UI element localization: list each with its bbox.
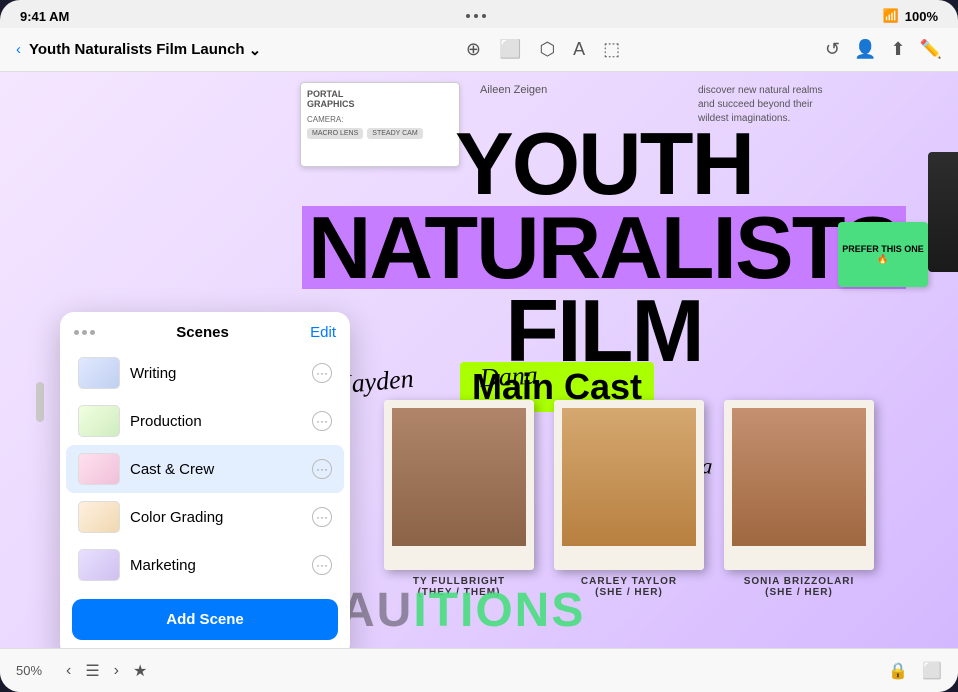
status-time: 9:41 AM [20, 9, 69, 24]
cast-image-2 [562, 408, 696, 546]
lock-icon[interactable]: 🔒 [888, 661, 908, 681]
zoom-level[interactable]: 50% [16, 663, 52, 678]
thumb-inner-cast [79, 454, 119, 484]
title-line2: NATURALISTS [302, 206, 906, 290]
dot-2 [474, 14, 478, 18]
scene-more-writing[interactable]: ··· [312, 363, 332, 383]
scene-item-writing[interactable]: Writing ··· [66, 349, 344, 397]
cast-name-2: CARLEY TAYLOR (SHE / HER) [581, 576, 677, 598]
signature-dana: Dana [479, 361, 538, 394]
scenes-panel: Scenes Edit Writing ··· Production ··· [60, 312, 350, 648]
add-scene-button[interactable]: Add Scene [72, 599, 338, 640]
scene-thumb-color [78, 501, 120, 533]
scene-more-production[interactable]: ··· [312, 411, 332, 431]
title-line3: FILM [300, 289, 908, 373]
scene-name-writing: Writing [130, 365, 302, 382]
sticky-note: PREFER THIS ONE 🔥 [838, 222, 928, 287]
scene-name-production: Production [130, 413, 302, 430]
document-title[interactable]: Youth Naturalists Film Launch ⌄ [29, 41, 261, 59]
cast-photo-1: TY FULLBRIGHT (THEY / THEM) [384, 400, 534, 598]
dot-2 [82, 330, 87, 335]
scene-item-marketing[interactable]: Marketing ··· [66, 541, 344, 589]
bottom-auditions-text: AUITIONS [340, 583, 585, 638]
scene-more-cast-crew[interactable]: ··· [312, 459, 332, 479]
scene-item-color-grading[interactable]: Color Grading ··· [66, 493, 344, 541]
scene-name-marketing: Marketing [130, 557, 302, 574]
toolbar-image-icon[interactable]: ⬚ [603, 39, 620, 60]
toolbar-center: ⊕ ⬜ ⬡ A ⬚ [466, 39, 620, 60]
undo-icon[interactable]: ↺ [825, 39, 840, 60]
nav-back-icon[interactable]: ‹ [66, 662, 71, 680]
collaborators-icon[interactable]: 👤 [854, 39, 876, 60]
aileen-label: Aileen Zeigen [480, 84, 547, 96]
bottom-right-icons: 🔒 ⬜ [888, 661, 942, 681]
share-icon[interactable]: ⬆ [890, 39, 905, 60]
nav-star-icon[interactable]: ★ [133, 661, 147, 681]
nav-list-icon[interactable]: ☰ [85, 661, 99, 681]
cast-photo-3: SONIA BRIZZOLARI (SHE / HER) [724, 400, 874, 598]
battery-level: 100% [905, 9, 938, 24]
bottom-toolbar: 50% ‹ ☰ › ★ 🔒 ⬜ [0, 648, 958, 692]
main-toolbar: ‹ Youth Naturalists Film Launch ⌄ ⊕ ⬜ ⬡ … [0, 28, 958, 72]
scene-thumb-marketing [78, 549, 120, 581]
scene-more-marketing[interactable]: ··· [312, 555, 332, 575]
main-title-text: YOUTH NATURALISTS FILM [300, 122, 908, 373]
wifi-icon: 📶 [883, 8, 899, 24]
panel-dots [74, 330, 95, 335]
thumb-inner-production [79, 406, 119, 436]
thumb-inner-writing [79, 358, 119, 388]
back-button[interactable]: ‹ [16, 41, 21, 58]
scroll-indicator [36, 382, 44, 422]
polaroid-2 [554, 400, 704, 570]
thumb-inner-color [79, 502, 119, 532]
fullscreen-icon[interactable]: ⬜ [922, 661, 942, 681]
cast-photo-2: CARLEY TAYLOR (SHE / HER) [554, 400, 704, 598]
scenes-header: Scenes Edit [60, 312, 350, 349]
scene-thumb-cast [78, 453, 120, 485]
scene-item-cast-crew[interactable]: Cast & Crew ··· [66, 445, 344, 493]
scene-item-production[interactable]: Production ··· [66, 397, 344, 445]
title-line1: YOUTH [300, 122, 908, 206]
nav-forward-icon[interactable]: › [114, 662, 119, 680]
cast-photos: TY FULLBRIGHT (THEY / THEM) CARLEY TAYLO… [330, 400, 928, 598]
cast-image-3 [732, 408, 866, 546]
scene-more-color-grading[interactable]: ··· [312, 507, 332, 527]
dropdown-arrow: ⌄ [249, 41, 262, 59]
right-edge-card [928, 152, 958, 272]
polaroid-3 [724, 400, 874, 570]
signature-jayden: Jayden [339, 364, 415, 400]
scenes-edit-button[interactable]: Edit [310, 324, 336, 341]
toolbar-media-icon[interactable]: ⬡ [539, 39, 555, 60]
scenes-title: Scenes [176, 324, 229, 341]
cast-image-1 [392, 408, 526, 546]
canvas-area: Aileen Zeigen discover new natural realm… [0, 72, 958, 648]
toolbar-shape-icon[interactable]: ⊕ [466, 39, 481, 60]
thumb-inner-marketing [79, 550, 119, 580]
edit-icon[interactable]: ✏️ [920, 39, 942, 60]
dot-1 [74, 330, 79, 335]
scene-thumb-production [78, 405, 120, 437]
status-bar: 9:41 AM 📶 100% [0, 0, 958, 28]
dot-3 [482, 14, 486, 18]
toolbar-right: ↺ 👤 ⬆ ✏️ [825, 39, 942, 60]
toolbar-left: ‹ Youth Naturalists Film Launch ⌄ [16, 41, 261, 59]
cast-name-3: SONIA BRIZZOLARI (SHE / HER) [744, 576, 855, 598]
toolbar-text-icon[interactable]: A [573, 39, 585, 60]
toolbar-table-icon[interactable]: ⬜ [499, 39, 521, 60]
scene-thumb-writing [78, 357, 120, 389]
ipad-frame: 9:41 AM 📶 100% ‹ Youth Naturalists Film … [0, 0, 958, 692]
dot-1 [466, 14, 470, 18]
dot-3 [90, 330, 95, 335]
status-center [466, 14, 486, 18]
polaroid-1 [384, 400, 534, 570]
scene-name-cast-crew: Cast & Crew [130, 461, 302, 478]
scene-name-color-grading: Color Grading [130, 509, 302, 526]
status-right: 📶 100% [883, 8, 938, 24]
card-label: PORTALGRAPHICS [307, 89, 453, 109]
